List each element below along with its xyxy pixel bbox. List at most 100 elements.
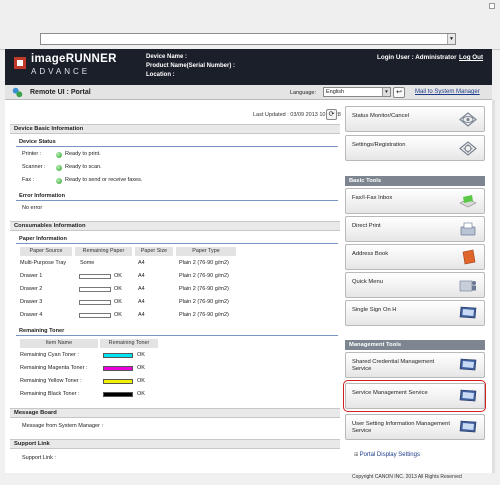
col-item-name: Item Name bbox=[20, 339, 98, 348]
page-title: Remote UI : Portal bbox=[30, 89, 91, 96]
fax-inbox-button[interactable]: Fax/I-Fax Inbox bbox=[345, 188, 485, 214]
button-label: User Setting Information Management Serv… bbox=[352, 421, 450, 434]
col-paper-type: Paper Type bbox=[176, 247, 236, 256]
language-select[interactable]: English ▼ bbox=[323, 87, 391, 97]
printer-label: Printer : bbox=[22, 151, 42, 157]
button-label: Status Monitor/Cancel bbox=[352, 113, 410, 119]
paper-level-bar bbox=[79, 274, 111, 279]
shared-credential-button[interactable]: Shared Credential Management Service bbox=[345, 352, 485, 378]
paper-level-bar bbox=[79, 287, 111, 292]
toner-level-bar bbox=[103, 353, 133, 358]
paper-type: Plain 2 (76-90 g/m2) bbox=[179, 299, 229, 305]
col-remaining-toner: Remaining Toner bbox=[100, 339, 158, 348]
col-paper-source: Paper Source bbox=[20, 247, 72, 256]
logout-link[interactable]: Log Out bbox=[459, 54, 483, 61]
direct-print-button[interactable]: Direct Print bbox=[345, 216, 485, 242]
paper-level-bar bbox=[79, 313, 111, 318]
quick-menu-button[interactable]: Quick Menu bbox=[345, 272, 485, 298]
paper-type: Plain 2 (76-90 g/m2) bbox=[179, 286, 229, 292]
paper-type: Plain 2 (76-90 g/m2) bbox=[179, 260, 229, 266]
support-link-header: Support Link bbox=[10, 439, 340, 449]
toner-name: Remaining Cyan Toner : bbox=[20, 352, 79, 358]
single-sign-on-button[interactable]: Single Sign On H bbox=[345, 300, 485, 326]
paper-ok: OK bbox=[114, 312, 122, 318]
management-tools-header: Management Tools bbox=[345, 340, 485, 350]
language-apply-button[interactable]: ↩ bbox=[393, 87, 405, 98]
toner-ok: OK bbox=[137, 352, 145, 358]
printer-status: Ready to print. bbox=[65, 151, 101, 157]
toner-name: Remaining Magenta Toner : bbox=[20, 365, 88, 371]
col-remaining-paper: Remaining Paper bbox=[75, 247, 132, 256]
printer-icon bbox=[460, 222, 476, 236]
paper-source: Drawer 1 bbox=[20, 273, 43, 279]
error-value: No error bbox=[22, 205, 43, 211]
paper-size: A4 bbox=[138, 286, 145, 292]
brand-name: imageRUNNER bbox=[31, 53, 117, 65]
scrollbar[interactable] bbox=[492, 100, 495, 473]
fax-inbox-icon bbox=[459, 195, 477, 208]
paper-source: Drawer 3 bbox=[20, 299, 43, 305]
address-combo[interactable] bbox=[40, 33, 456, 45]
product-name-label: Product Name(Serial Number) : bbox=[146, 63, 236, 69]
status-ok-icon bbox=[56, 165, 62, 171]
paper-type: Plain 2 (76-90 g/m2) bbox=[179, 273, 229, 279]
gear-icon bbox=[459, 141, 477, 156]
status-ok-icon bbox=[56, 178, 62, 184]
location-label: Location : bbox=[146, 72, 175, 78]
button-label: Fax/I-Fax Inbox bbox=[352, 195, 393, 201]
eye-icon bbox=[459, 112, 477, 127]
canon-logo-icon bbox=[14, 57, 26, 69]
error-info-header: Error Information bbox=[16, 192, 338, 201]
paper-ok: OK bbox=[114, 299, 122, 305]
paper-type: Plain 2 (76-90 g/m2) bbox=[179, 312, 229, 318]
device-status-header: Device Status bbox=[16, 138, 338, 147]
mail-system-manager-link[interactable]: Mail to System Manager bbox=[415, 89, 480, 95]
monitor-icon bbox=[459, 420, 477, 433]
settings-registration-button[interactable]: Settings/Registration bbox=[345, 135, 485, 161]
basic-tools-header: Basic Tools bbox=[345, 176, 485, 186]
app-header: imageRUNNER ADVANCE Device Name : Produc… bbox=[5, 49, 492, 85]
consumables-header: Consumables Information bbox=[10, 221, 340, 231]
paper-size: A4 bbox=[138, 299, 145, 305]
quick-menu-icon bbox=[459, 280, 476, 292]
portal-icon bbox=[12, 87, 23, 98]
paper-size: A4 bbox=[138, 312, 145, 318]
paper-size: A4 bbox=[138, 260, 145, 266]
language-value: English bbox=[326, 89, 345, 95]
paper-source: Multi-Purpose Tray bbox=[20, 260, 67, 266]
link-label: Portal Display Settings bbox=[359, 452, 420, 458]
address-book-button[interactable]: Address Book bbox=[345, 244, 485, 270]
paper-remaining: Some bbox=[80, 260, 95, 266]
portal-bar: Remote UI : Portal Language: English ▼ ↩… bbox=[5, 85, 492, 100]
toner-ok: OK bbox=[137, 365, 145, 371]
window-control[interactable] bbox=[489, 3, 495, 9]
fax-label: Fax : bbox=[22, 177, 35, 183]
toner-ok: OK bbox=[137, 378, 145, 384]
button-label: Single Sign On H bbox=[352, 307, 397, 313]
remaining-toner-header: Remaining Toner bbox=[16, 327, 338, 336]
paper-ok: OK bbox=[114, 273, 122, 279]
button-label: Shared Credential Management Service bbox=[352, 359, 435, 372]
portal-display-settings-link[interactable]: ⊞ Portal Display Settings bbox=[354, 452, 420, 458]
status-monitor-button[interactable]: Status Monitor/Cancel bbox=[345, 106, 485, 132]
user-setting-info-button[interactable]: User Setting Information Management Serv… bbox=[345, 414, 485, 440]
status-ok-icon bbox=[56, 152, 62, 158]
device-basic-info-header: Device Basic Information bbox=[10, 124, 340, 134]
support-link-label: Support Link : bbox=[22, 455, 56, 461]
refresh-button[interactable]: ⟳ bbox=[326, 109, 337, 120]
toner-ok: OK bbox=[137, 391, 145, 397]
col-paper-size: Paper Size bbox=[135, 247, 173, 256]
paper-ok: OK bbox=[114, 286, 122, 292]
message-label: Message from System Manager : bbox=[22, 423, 104, 429]
address-book-icon bbox=[462, 249, 476, 265]
message-board-header: Message Board bbox=[10, 408, 340, 418]
paper-source: Drawer 2 bbox=[20, 286, 43, 292]
scanner-status: Ready to scan. bbox=[65, 164, 102, 170]
fax-status: Ready to send or receive faxes. bbox=[65, 177, 143, 183]
language-label: Language: bbox=[290, 90, 316, 96]
paper-source: Drawer 4 bbox=[20, 312, 43, 318]
toner-level-bar bbox=[103, 379, 133, 384]
chevron-down-icon[interactable]: ▼ bbox=[447, 34, 455, 44]
chevron-down-icon: ▼ bbox=[382, 88, 390, 96]
button-label: Quick Menu bbox=[352, 279, 383, 285]
